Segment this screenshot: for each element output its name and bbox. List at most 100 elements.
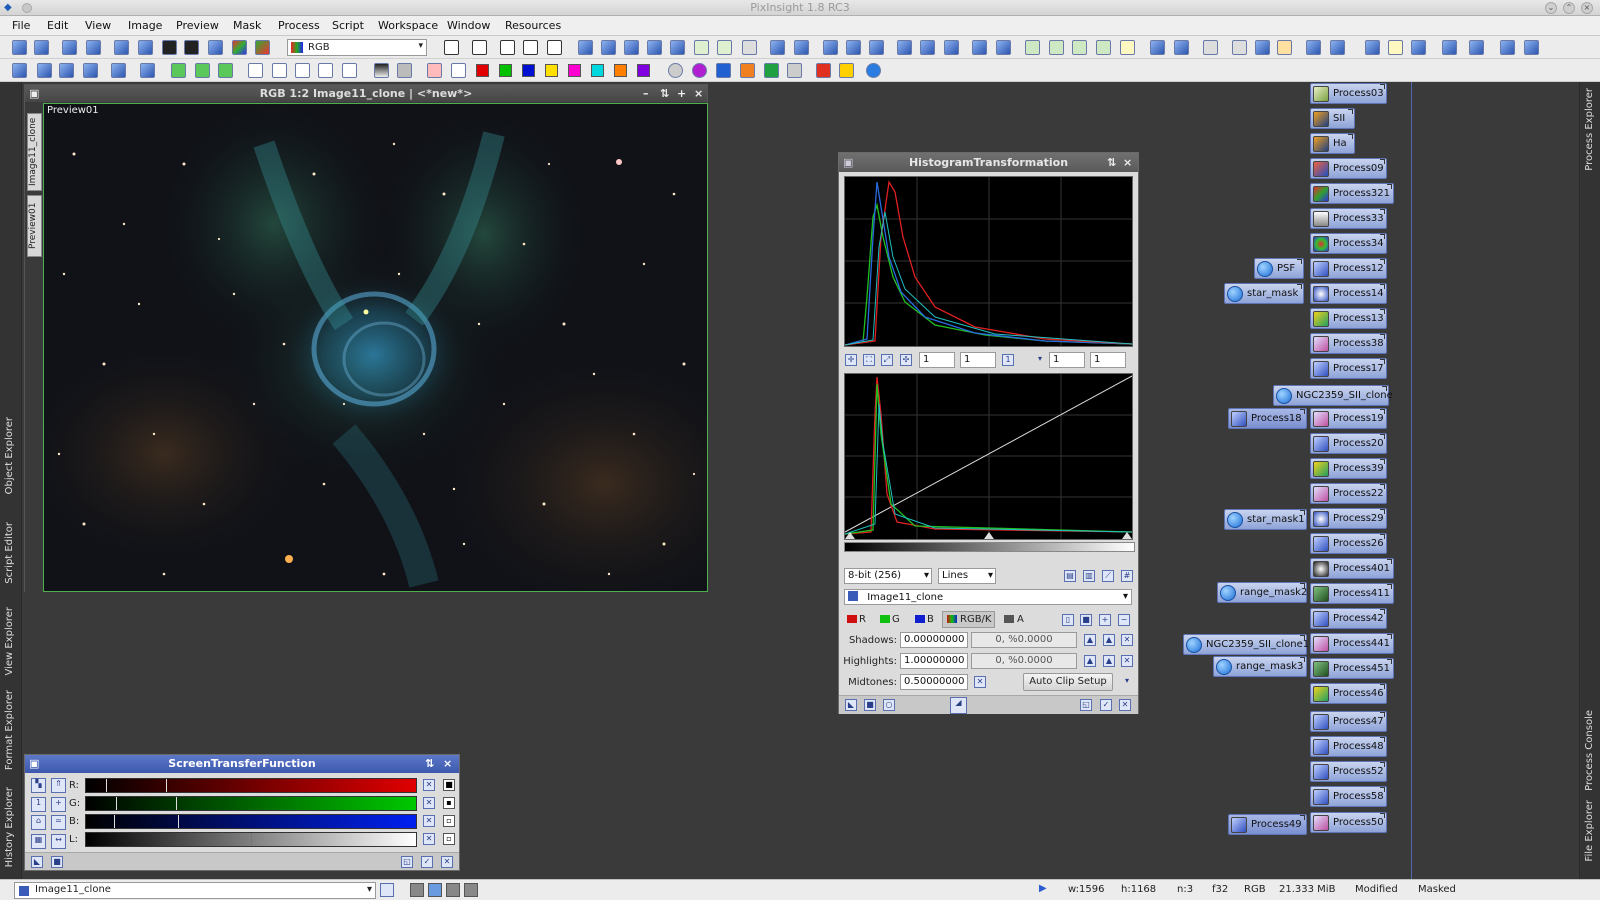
shade-window-icon[interactable]: ⇅ bbox=[660, 85, 669, 102]
process-icon-item[interactable]: Process42 bbox=[1310, 608, 1387, 629]
process-icon-item[interactable]: star_mask bbox=[1224, 283, 1304, 304]
lock-icon[interactable] bbox=[1203, 40, 1218, 55]
stf-blue-lock-icon[interactable]: ▫ bbox=[443, 815, 455, 827]
zoom-fit-icon[interactable] bbox=[624, 40, 639, 55]
reset-zoom-icon[interactable]: 1 bbox=[1002, 354, 1014, 366]
shadows-reset-icon[interactable]: ✕ bbox=[1121, 634, 1133, 646]
process-icon-item[interactable]: Process26 bbox=[1310, 533, 1387, 554]
screen-3-icon[interactable] bbox=[1072, 40, 1087, 55]
swatch-blue-icon[interactable] bbox=[522, 64, 535, 77]
stf-green-slider[interactable] bbox=[85, 796, 417, 811]
cube-icon[interactable] bbox=[716, 63, 731, 78]
status-mode-4-icon[interactable] bbox=[464, 883, 478, 897]
browse-docs-icon[interactable]: ◱ bbox=[1080, 699, 1092, 711]
tab-format-explorer[interactable]: Format Explorer bbox=[4, 690, 15, 770]
zoom-in-icon[interactable] bbox=[770, 40, 785, 55]
process-icon-item[interactable]: range_mask3 bbox=[1213, 656, 1307, 677]
mask-icon[interactable] bbox=[184, 40, 199, 55]
process-icon-item[interactable]: Process22 bbox=[1310, 483, 1387, 504]
pointer-icon[interactable] bbox=[742, 40, 757, 55]
process-icon-item[interactable]: Process14 bbox=[1310, 283, 1387, 304]
midtones-reset-icon[interactable]: ✕ bbox=[974, 676, 986, 688]
highlights-clip-icon[interactable]: ▲ bbox=[1103, 655, 1115, 667]
play-icon[interactable] bbox=[816, 63, 831, 78]
view-select[interactable]: Image11_clone ▾ bbox=[844, 589, 1132, 605]
fit-icon[interactable] bbox=[601, 40, 616, 55]
image-window-titlebar[interactable]: RGB 1:2 Image11_clone | <*new*> ▣ – ⇅ + … bbox=[25, 85, 707, 102]
t2-d-icon[interactable] bbox=[83, 63, 98, 78]
image-icon[interactable] bbox=[138, 40, 153, 55]
process-icon-item[interactable]: star_mask1 bbox=[1224, 509, 1307, 530]
open-icon[interactable] bbox=[114, 40, 129, 55]
shadows-clip-icon[interactable]: ▲ bbox=[1103, 634, 1115, 646]
stf-green-lock-icon[interactable]: ▪ bbox=[443, 797, 455, 809]
green-channel-button[interactable]: G bbox=[892, 614, 900, 625]
tab-script-editor[interactable]: Script Editor bbox=[4, 522, 15, 584]
stf-blue-shadows-handle[interactable] bbox=[114, 815, 115, 828]
t2-l-icon[interactable] bbox=[295, 63, 310, 78]
show-input-icon[interactable]: ▤ bbox=[1064, 570, 1076, 582]
tile-icon[interactable] bbox=[547, 40, 562, 55]
cascade-icon[interactable] bbox=[523, 40, 538, 55]
menu-image[interactable]: Image bbox=[128, 19, 162, 32]
t2-k-icon[interactable] bbox=[272, 63, 287, 78]
process-icon-item[interactable]: SII bbox=[1310, 108, 1355, 129]
workspace-2-icon[interactable] bbox=[1174, 40, 1189, 55]
output-h-zoom-input[interactable]: 1 bbox=[1049, 352, 1085, 368]
grid-stf-icon[interactable]: ▦ bbox=[31, 834, 46, 849]
stf-red-midtones-handle[interactable] bbox=[166, 779, 167, 792]
tab-process-explorer[interactable]: Process Explorer bbox=[1584, 88, 1595, 171]
clone-icon[interactable] bbox=[444, 40, 459, 55]
process-icon-item[interactable]: Process17 bbox=[1310, 358, 1387, 379]
tab-preview[interactable]: Preview01 bbox=[27, 195, 42, 257]
stf-lum-midtones-handle[interactable] bbox=[251, 833, 252, 846]
process-icon-item[interactable]: Process38 bbox=[1310, 333, 1387, 354]
swatch-orange-icon[interactable] bbox=[614, 64, 627, 77]
graph-style-select[interactable]: Lines ▾ bbox=[938, 568, 996, 584]
pan-icon[interactable] bbox=[578, 40, 593, 55]
stf-green-midtones-handle[interactable] bbox=[176, 797, 177, 810]
tool-f-icon[interactable] bbox=[1442, 40, 1457, 55]
vertical-zoom-input[interactable]: 1 bbox=[960, 352, 996, 368]
reset-icon[interactable]: ✕ bbox=[1119, 699, 1131, 711]
process-icon-item[interactable]: Process52 bbox=[1310, 761, 1387, 782]
rgb-icon[interactable] bbox=[232, 40, 247, 55]
process-icon-item[interactable]: Process33 bbox=[1310, 208, 1387, 229]
swatch-red-icon[interactable] bbox=[476, 64, 489, 77]
menu-preview[interactable]: Preview bbox=[176, 19, 219, 32]
tool-a-icon[interactable] bbox=[1306, 40, 1321, 55]
color-space-select[interactable]: RGB ▾ bbox=[287, 39, 427, 56]
maximize-window-icon[interactable]: + bbox=[677, 85, 686, 102]
process-icon-item[interactable]: Ha bbox=[1310, 133, 1355, 154]
process-icon-item[interactable]: PSF bbox=[1254, 258, 1304, 279]
minimize-icon[interactable]: ⌄ bbox=[1545, 2, 1557, 14]
show-grid-icon[interactable]: # bbox=[1121, 570, 1133, 582]
menu-window[interactable]: Window bbox=[447, 19, 490, 32]
tool-b-icon[interactable] bbox=[1330, 40, 1345, 55]
scroll-icon[interactable]: ✣ bbox=[900, 354, 912, 366]
add-point-icon[interactable]: + bbox=[1099, 614, 1111, 626]
status-info-icon[interactable] bbox=[380, 883, 394, 897]
auto-clip-arrow-icon[interactable]: ▾ bbox=[1121, 676, 1133, 688]
sphere-icon[interactable] bbox=[692, 63, 707, 78]
status-view-select[interactable]: Image11_clone ▾ bbox=[14, 882, 376, 899]
highlights-input[interactable]: 1.00000000 bbox=[900, 653, 968, 669]
real-time-preview-icon[interactable]: ○ bbox=[883, 699, 895, 711]
menu-script[interactable]: Script bbox=[332, 19, 364, 32]
show-curve-icon[interactable]: ⟋ bbox=[1102, 570, 1114, 582]
stf-red-lock-icon[interactable]: ■ bbox=[443, 779, 455, 791]
status-mode-1-icon[interactable] bbox=[410, 883, 424, 897]
swatch-magenta-icon[interactable] bbox=[568, 64, 581, 77]
t2-e-icon[interactable] bbox=[111, 63, 126, 78]
menu-view[interactable]: View bbox=[85, 19, 111, 32]
workspace-1-icon[interactable] bbox=[1150, 40, 1165, 55]
reset-channel-icon[interactable]: ▯ bbox=[1062, 614, 1074, 626]
link-channels-icon[interactable]: ▚ bbox=[31, 778, 46, 793]
process-icon-item[interactable]: Process19 bbox=[1310, 408, 1387, 429]
tab-history-explorer[interactable]: History Explorer bbox=[4, 787, 15, 867]
stf-blue-reset-icon[interactable]: ✕ bbox=[423, 815, 435, 827]
tool-e-icon[interactable] bbox=[1411, 40, 1426, 55]
swap-icon[interactable]: ↔ bbox=[51, 834, 66, 849]
new-image-icon[interactable] bbox=[62, 40, 77, 55]
red-channel-button[interactable]: R bbox=[859, 614, 866, 625]
